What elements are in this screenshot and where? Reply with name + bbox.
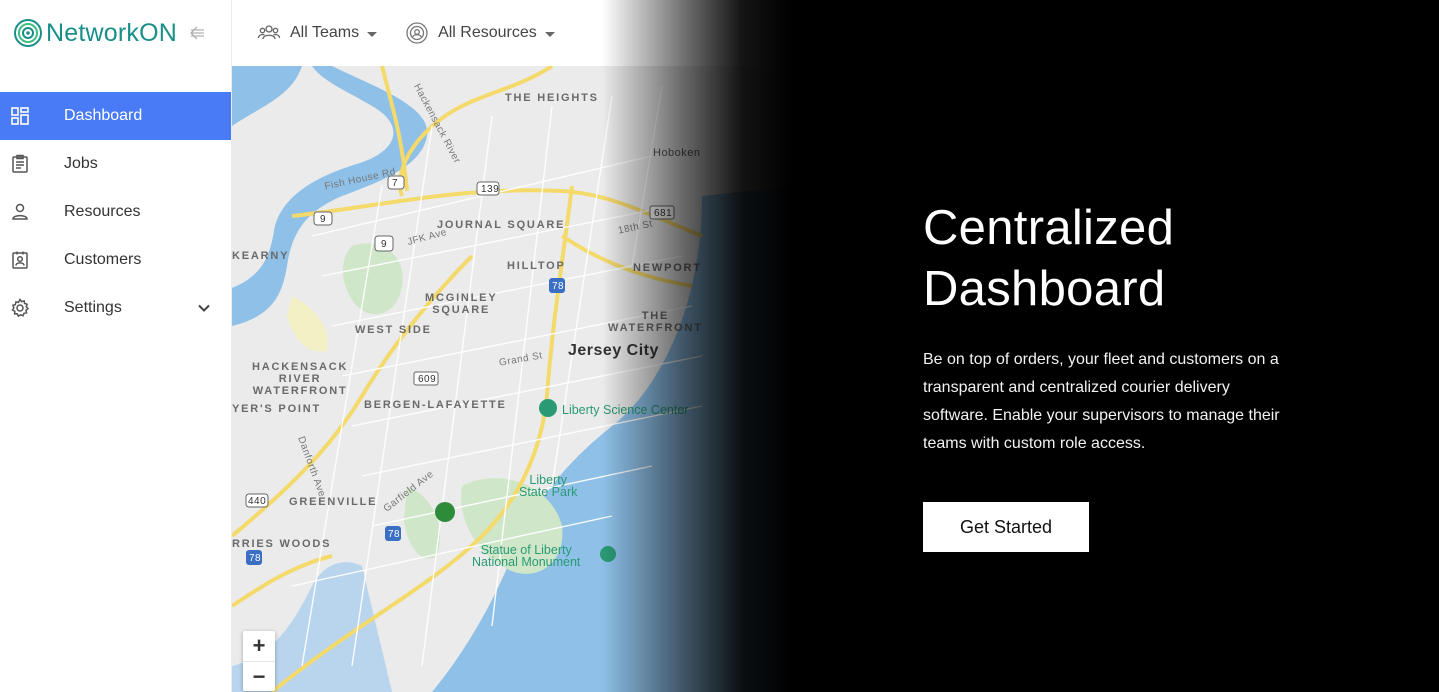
- sidebar-item-customers[interactable]: Customers: [0, 236, 231, 284]
- sidebar-nav: Dashboard Jobs Resources Customers Setti…: [0, 92, 231, 332]
- hero-panel: Centralized Dashboard Be on top of order…: [923, 198, 1303, 552]
- caret-down-icon: [367, 31, 378, 37]
- route-shield-label: 9: [381, 239, 388, 250]
- route-shield-label: 78: [552, 281, 565, 292]
- sidebar-item-resources[interactable]: Resources: [0, 188, 231, 236]
- sidebar-item-jobs[interactable]: Jobs: [0, 140, 231, 188]
- hero-title-line2: Dashboard: [923, 262, 1166, 316]
- route-shield-label: 9: [320, 214, 327, 225]
- zoom-out-button[interactable]: −: [243, 661, 275, 691]
- sidebar-item-settings[interactable]: Settings: [0, 284, 231, 332]
- hero-title: Centralized Dashboard: [923, 198, 1303, 320]
- route-shield-label: 7: [392, 178, 399, 189]
- sidebar-item-label: Dashboard: [64, 107, 143, 124]
- map-label: BERGEN-LAFAYETTE: [364, 399, 507, 411]
- app-name: NetworkON: [46, 18, 177, 47]
- sidebar-item-dashboard[interactable]: Dashboard: [0, 92, 231, 140]
- map-label: GREENVILLE: [289, 496, 378, 508]
- teams-filter-dropdown[interactable]: All Teams: [257, 21, 378, 45]
- teams-filter-label: All Teams: [290, 24, 360, 41]
- route-shield-label: 681: [654, 208, 673, 219]
- group-icon: [257, 25, 281, 40]
- caret-down-icon: [544, 31, 555, 37]
- route-shield-label: 609: [418, 374, 437, 385]
- sidebar-item-label: Customers: [64, 251, 142, 268]
- map-label: JOURNAL SQUARE: [437, 219, 566, 231]
- contact-card-icon: [10, 250, 30, 270]
- map-label: Jersey City: [568, 342, 659, 359]
- map-label: THE HEIGHTS: [505, 92, 599, 104]
- map-view[interactable]: THE HEIGHTS Hoboken JOURNAL SQUARE HILLT…: [232, 66, 792, 692]
- target-icon: [406, 22, 428, 44]
- route-shield-label: 139: [481, 184, 500, 195]
- map-label: Liberty Science Center: [562, 403, 689, 417]
- clipboard-icon: [10, 154, 30, 174]
- dashboard-grid-icon: [10, 106, 30, 126]
- chevron-down-icon[interactable]: [197, 301, 211, 315]
- gear-icon: [10, 298, 30, 318]
- sidebar-item-label: Resources: [64, 203, 141, 220]
- map-label: HILLTOP: [507, 260, 566, 272]
- map-label: THE WATERFRONT: [608, 310, 703, 334]
- hero-title-line1: Centralized: [923, 201, 1175, 255]
- map-label: Statue of Liberty National Monument: [472, 543, 581, 569]
- zoom-in-button[interactable]: +: [243, 631, 275, 661]
- route-shield-label: 440: [248, 496, 267, 507]
- hero-description: Be on top of orders, your fleet and cust…: [923, 351, 1280, 452]
- map-label: MCGINLEY SQUARE: [425, 292, 498, 316]
- resources-filter-label: All Resources: [438, 24, 537, 41]
- map-label: YER'S POINT: [232, 403, 322, 415]
- map-label: WEST SIDE: [355, 324, 432, 336]
- map-label: RRIES WOODS: [232, 538, 332, 550]
- topbar: All Teams All Resources: [232, 0, 792, 66]
- resources-filter-dropdown[interactable]: All Resources: [405, 21, 555, 45]
- map-zoom-control: + −: [243, 631, 275, 691]
- arrow-left-collapse-icon[interactable]: [187, 23, 207, 43]
- sidebar: NetworkON Dashboard Jobs Resources Custo…: [0, 0, 232, 692]
- map-label: HACKENSACK RIVER WATERFRONT: [252, 361, 349, 397]
- get-started-button[interactable]: Get Started: [923, 502, 1089, 552]
- map-label: Liberty State Park: [519, 473, 578, 499]
- route-shield-label: 78: [388, 529, 401, 540]
- networkon-logo-icon: [14, 19, 42, 47]
- map-label: KEARNY: [232, 250, 290, 262]
- route-shield-label: 78: [249, 553, 262, 564]
- map-label: Hoboken: [653, 147, 701, 159]
- map-label: NEWPORT: [633, 262, 702, 274]
- logo-row: NetworkON: [0, 0, 231, 66]
- person-icon: [10, 202, 30, 222]
- sidebar-item-label: Settings: [64, 299, 122, 316]
- sidebar-item-label: Jobs: [64, 155, 98, 172]
